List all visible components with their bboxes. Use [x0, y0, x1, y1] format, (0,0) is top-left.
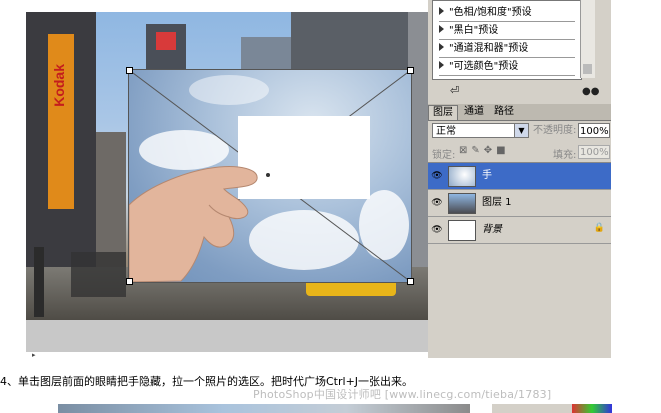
document-canvas[interactable]: Kodak — [26, 12, 428, 352]
transform-handle-tl[interactable] — [126, 67, 133, 74]
canvas-background — [26, 320, 428, 352]
transform-handle-br[interactable] — [407, 278, 414, 285]
layer-name: 手 — [482, 170, 492, 181]
lock-move-icon[interactable]: ✥ — [484, 145, 496, 156]
expand-triangle-icon — [439, 25, 444, 33]
expand-triangle-icon — [439, 43, 444, 51]
color-picker-preview — [572, 404, 612, 413]
kodak-billboard: Kodak — [48, 34, 74, 209]
lock-icons[interactable]: ⊠✎✥■ — [459, 145, 510, 156]
lock-all-icon[interactable]: ■ — [496, 145, 509, 156]
transform-handle-tr[interactable] — [407, 67, 414, 74]
tab-paths[interactable]: 路径 — [490, 105, 518, 119]
preset-item-channel-mixer[interactable]: "通道混和器"预设 — [439, 41, 575, 58]
lock-icon: 🔒 — [593, 223, 605, 233]
layer-thumbnail — [448, 220, 476, 241]
layer-thumbnail — [448, 166, 476, 187]
chevron-down-icon[interactable]: ▼ — [514, 124, 528, 137]
fill-label: 填充: — [553, 150, 577, 161]
panel-options-icon[interactable]: ●● — [582, 86, 599, 97]
next-panel-preview — [492, 404, 572, 413]
fill-field[interactable]: 100% — [578, 145, 610, 159]
kodak-billboard-text: Kodak — [51, 64, 67, 107]
hand-sky-photo-layer[interactable] — [128, 69, 412, 283]
blend-mode-select[interactable]: 正常 ▼ — [432, 123, 529, 138]
next-screenshot-preview — [58, 404, 470, 413]
layer-row-background[interactable]: 👁 背景 🔒 — [428, 217, 611, 244]
lock-label: 锁定: — [432, 150, 456, 161]
eye-icon[interactable]: 👁 — [431, 197, 443, 209]
opacity-label: 不透明度: — [533, 125, 577, 136]
presets-scrollbar[interactable] — [580, 0, 595, 78]
adjustments-presets-list: "色相/饱和度"预设 "黑白"预设 "通道混和器"预设 "可选颜色"预设 — [432, 0, 582, 80]
layer-name: 图层 1 — [482, 197, 512, 208]
eye-icon[interactable]: 👁 — [431, 170, 443, 182]
layer-row-layer1[interactable]: 👁 图层 1 — [428, 190, 611, 217]
layers-panel-tabs: 图层 通道 路径 — [428, 104, 611, 121]
transform-center-point[interactable] — [266, 173, 270, 177]
expand-triangle-icon — [439, 61, 444, 69]
scrollbar-thumb[interactable] — [583, 64, 592, 74]
opacity-field[interactable]: 100% — [578, 123, 610, 138]
tab-channels[interactable]: 通道 — [460, 105, 488, 119]
watermark: PhotoShop中国设计师吧 [www.linecg.com/tieba/17… — [253, 388, 552, 401]
expand-triangle-icon — [439, 7, 444, 15]
hand-image — [129, 166, 258, 282]
lock-paint-icon[interactable]: ✎ — [471, 145, 483, 156]
transform-handle-bl[interactable] — [126, 278, 133, 285]
preset-item-black-white[interactable]: "黑白"预设 — [439, 23, 575, 40]
layer-row-hand[interactable]: 👁 手 — [428, 163, 611, 190]
eye-icon[interactable]: 👁 — [431, 224, 443, 236]
return-icon[interactable]: ⏎ — [450, 84, 459, 97]
tab-layers[interactable]: 图层 — [428, 105, 458, 120]
lock-transparency-icon[interactable]: ⊠ — [459, 145, 471, 156]
status-arrow-icon[interactable]: ▸ — [32, 351, 40, 359]
preset-item-hue-saturation[interactable]: "色相/饱和度"预设 — [439, 5, 575, 22]
layer-thumbnail — [448, 193, 476, 214]
preset-item-selective-color[interactable]: "可选颜色"预设 — [439, 59, 575, 76]
layer-name: 背景 — [482, 224, 502, 235]
